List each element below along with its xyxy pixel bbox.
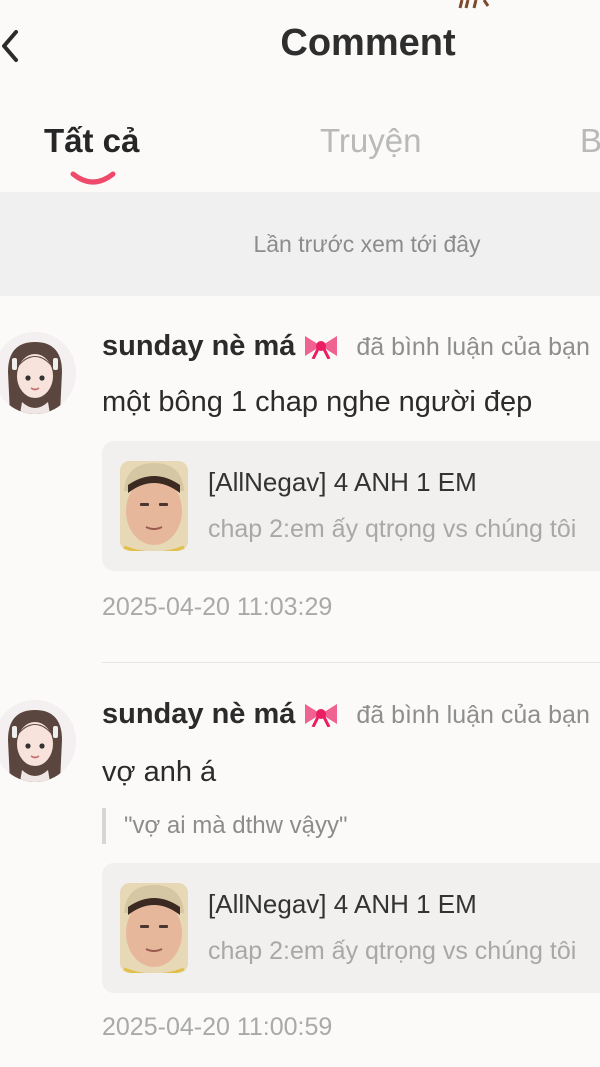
comment-timestamp: 2025-04-20 11:00:59 <box>102 1013 333 1041</box>
comment-timestamp: 2025-04-20 11:03:29 <box>102 593 333 621</box>
tab-all[interactable]: Tất cả <box>44 122 139 160</box>
story-card[interactable]: [AllNegav] 4 ANH 1 EM chap 2:em ấy qtrọn… <box>102 863 600 993</box>
divider <box>102 662 600 663</box>
last-viewed-notice: Lần trước xem tới đây <box>0 192 600 296</box>
tab-third[interactable]: B <box>580 122 600 160</box>
avatar[interactable] <box>0 332 76 414</box>
story-card[interactable]: [AllNegav] 4 ANH 1 EM chap 2:em ấy qtrọn… <box>102 441 600 571</box>
avatar-girl-icon <box>0 700 76 782</box>
avatar-girl-icon <box>0 332 76 414</box>
user-line: sunday nè má đã bình luận của bạn <box>102 698 590 731</box>
bow-icon <box>304 704 337 727</box>
avatar[interactable] <box>0 700 76 782</box>
story-thumbnail <box>120 883 188 973</box>
decoration-icon <box>458 0 490 9</box>
story-title: [AllNegav] 4 ANH 1 EM <box>208 467 477 497</box>
chapter-title: chap 2:em ấy qtrọng vs chúng tôi <box>208 937 577 965</box>
top-bar: Comment <box>0 0 600 100</box>
story-cover-face-icon <box>120 883 188 973</box>
story-cover-face-icon <box>120 461 188 551</box>
comment-text: một bông 1 chap nghe người đẹp <box>102 386 533 418</box>
tab-stories[interactable]: Truyện <box>320 122 421 160</box>
comment-action-text: đã bình luận của bạn <box>356 333 590 361</box>
quoted-comment: "vợ ai mà dthw vậyy" <box>102 808 348 844</box>
chapter-title: chap 2:em ấy qtrọng vs chúng tôi <box>208 515 577 543</box>
tab-bar: Tất cả Truyện B <box>0 108 600 192</box>
comment-action-text: đã bình luận của bạn <box>356 701 590 729</box>
story-title: [AllNegav] 4 ANH 1 EM <box>208 889 477 919</box>
story-thumbnail <box>120 461 188 551</box>
username[interactable]: sunday nè má <box>102 330 295 362</box>
bow-icon <box>304 336 337 359</box>
page-title: Comment <box>280 22 456 64</box>
active-tab-indicator <box>70 171 116 185</box>
comment-text: vợ anh á <box>102 756 217 788</box>
user-line: sunday nè má đã bình luận của bạn <box>102 330 590 363</box>
username[interactable]: sunday nè má <box>102 698 295 730</box>
